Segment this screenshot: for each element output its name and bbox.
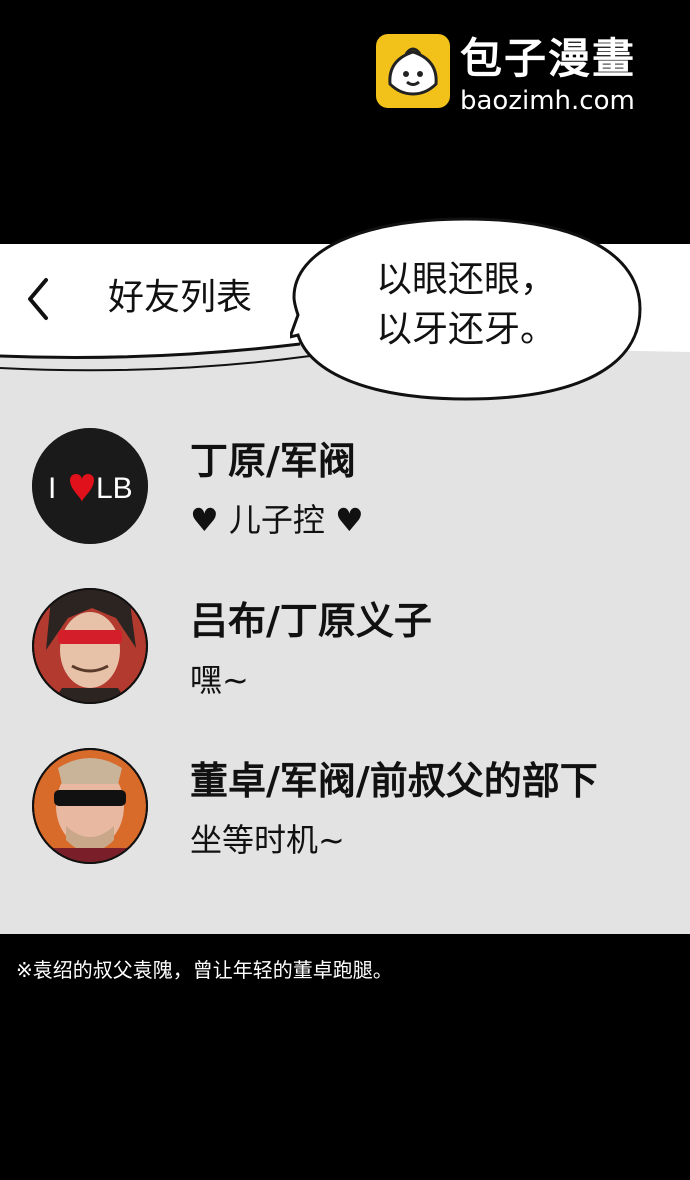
- avatar: [32, 588, 148, 704]
- watermark-url: baozimh.com: [460, 86, 635, 116]
- speech-bubble: 以眼还眼， 以牙还牙。: [290, 215, 642, 403]
- svg-text:LB: LB: [96, 472, 133, 505]
- footnote: ※袁绍的叔父袁隗，曾让年轻的董卓跑腿。: [16, 958, 393, 982]
- baozi-logo-icon: [376, 34, 450, 108]
- friend-name: 丁原/军阀: [190, 439, 356, 483]
- speech-line-2: 以牙还牙。: [375, 309, 556, 350]
- friend-name: 吕布/丁原义子: [190, 599, 432, 643]
- svg-text:I: I: [48, 472, 56, 505]
- friend-row[interactable]: 吕布/丁原义子 嘿~: [0, 580, 690, 710]
- page-title: 好友列表: [108, 277, 253, 318]
- avatar: I LB: [32, 428, 148, 544]
- watermark: 包子漫畫 baozimh.com: [376, 34, 676, 116]
- friend-row[interactable]: I LB 丁原/军阀 ♥ 儿子控 ♥: [0, 420, 690, 550]
- friend-row[interactable]: 董卓/军阀/前叔父的部下 坐等时机~: [0, 740, 690, 870]
- friend-name: 董卓/军阀/前叔父的部下: [190, 759, 598, 803]
- friend-status: 坐等时机~: [190, 821, 345, 859]
- watermark-title: 包子漫畫: [460, 34, 637, 83]
- back-button[interactable]: [20, 274, 60, 324]
- chevron-left-icon: [28, 278, 48, 320]
- speech-bubble-text: 以眼还眼， 以牙还牙。: [290, 255, 642, 355]
- friend-status: ♥ 儿子控 ♥: [190, 501, 364, 539]
- speech-line-1: 以眼还眼，: [375, 259, 556, 300]
- avatar: [32, 748, 148, 864]
- friend-status: 嘿~: [190, 661, 249, 699]
